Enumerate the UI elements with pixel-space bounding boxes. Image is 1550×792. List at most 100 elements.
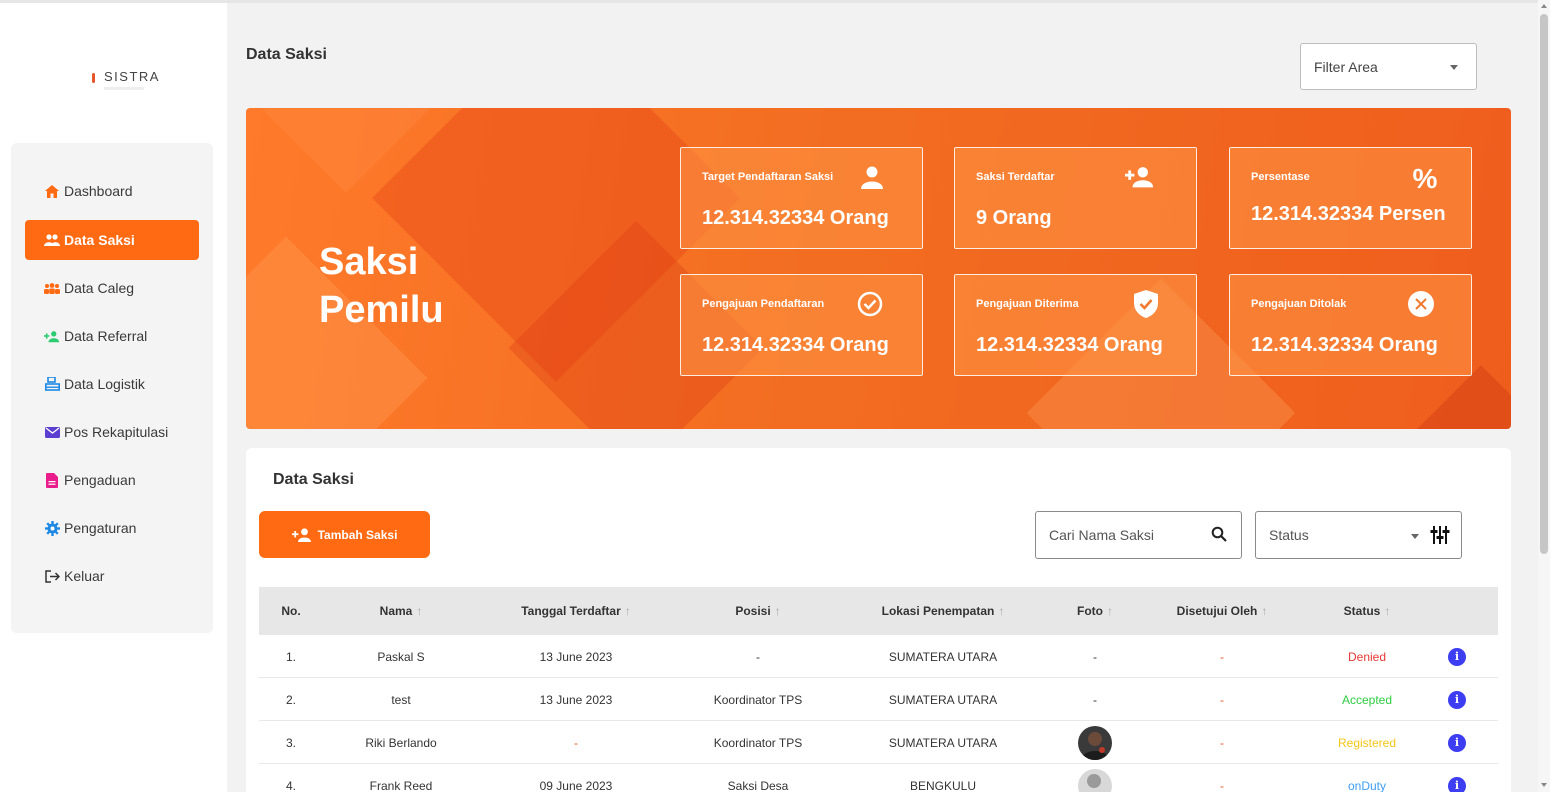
column-header-disetujui[interactable]: Disetujui Oleh ↑ — [1147, 587, 1297, 635]
sort-arrow-icon[interactable]: ↑ — [775, 604, 781, 618]
stat-card-diterima: Pengajuan Diterima 12.314.32334 Orang — [954, 274, 1197, 376]
stat-card-persentase: Persentase % 12.314.32334 Persen — [1229, 147, 1472, 249]
stat-card-value: 9 Orang — [976, 207, 1052, 229]
info-icon[interactable]: i — [1448, 647, 1466, 666]
scroll-up-icon[interactable] — [1541, 4, 1547, 8]
sort-arrow-icon[interactable]: ↑ — [1261, 604, 1267, 618]
sidebar-item-dashboard[interactable]: Dashboard — [25, 171, 199, 211]
banner-title-line: Pemilu — [319, 289, 444, 331]
table-row[interactable]: 3. Riki Berlando - Koordinator TPS SUMAT… — [259, 721, 1498, 764]
cell-lokasi: BENGKULU — [909, 778, 977, 792]
cell-disetujui: - — [1220, 649, 1224, 664]
avatar[interactable] — [1078, 768, 1112, 792]
cell-tanggal: 13 June 2023 — [539, 649, 613, 664]
sort-arrow-icon[interactable]: ↑ — [625, 604, 631, 618]
sidebar-item-label: Pengaduan — [64, 472, 136, 488]
filter-area-label: Filter Area — [1314, 58, 1378, 75]
user-plus-icon — [1125, 162, 1155, 192]
banner-title-line: Saksi — [319, 241, 419, 283]
status-badge: onDuty — [1347, 778, 1387, 792]
scroll-down-icon[interactable] — [1541, 783, 1547, 787]
logo-subtitle-bar — [104, 87, 144, 90]
sidebar-item-pos-rekapitulasi[interactable]: Pos Rekapitulasi — [25, 412, 199, 452]
sort-arrow-icon[interactable]: ↑ — [416, 604, 422, 618]
logout-icon — [44, 568, 60, 584]
sort-arrow-icon[interactable]: ↑ — [1107, 604, 1113, 618]
column-header-tanggal[interactable]: Tanggal Terdaftar ↑ — [479, 587, 673, 635]
cell-nama: test — [391, 692, 411, 707]
stat-card-pengajuan: Pengajuan Pendaftaran 12.314.32334 Orang — [680, 274, 923, 376]
search-icon[interactable] — [1211, 526, 1227, 545]
stat-card-label: Pengajuan Diterima — [976, 298, 1079, 310]
stat-card-label: Saksi Terdaftar — [976, 171, 1055, 183]
cell-action: i — [1437, 678, 1477, 721]
info-icon[interactable]: i — [1448, 690, 1466, 709]
cell-tanggal: - — [574, 735, 578, 750]
table-row[interactable]: 1. Paskal S 13 June 2023 - SUMATERA UTAR… — [259, 635, 1498, 678]
add-saksi-label: Tambah Saksi — [317, 527, 398, 542]
sidebar-item-data-referral[interactable]: Data Referral — [25, 316, 199, 356]
cell-foto: - — [1093, 649, 1097, 664]
sidebar-item-label: Dashboard — [64, 183, 133, 199]
chevron-down-icon — [1411, 534, 1419, 539]
stat-card-label: Pengajuan Pendaftaran — [702, 298, 825, 310]
cell-foto — [1043, 764, 1147, 792]
summary-banner: Saksi Pemilu Target Pendaftaran Saksi 12… — [246, 108, 1511, 429]
column-header-label: Foto — [1077, 604, 1103, 618]
column-header-status[interactable]: Status ↑ — [1297, 587, 1437, 635]
info-icon[interactable]: i — [1448, 733, 1466, 752]
status-filter-label: Status — [1269, 527, 1309, 543]
sidebar-item-label: Keluar — [64, 568, 105, 584]
cell-nama: Riki Berlando — [365, 735, 437, 750]
sidebar-item-data-saksi[interactable]: Data Saksi — [25, 220, 199, 260]
sidebar-item-data-caleg[interactable]: Data Caleg — [25, 268, 199, 308]
sidebar: SISTRA Dashboard Data Saksi Data Caleg D… — [0, 3, 227, 792]
x-circle-icon — [1406, 289, 1436, 319]
stat-card-value: 12.314.32334 Orang — [702, 334, 889, 356]
cell-lokasi: SUMATERA UTARA — [888, 735, 998, 750]
cell-nama: Frank Reed — [369, 778, 433, 792]
sidebar-item-data-logistik[interactable]: Data Logistik — [25, 364, 199, 404]
column-header-label: Posisi — [735, 604, 771, 618]
sidebar-item-pengaduan[interactable]: Pengaduan — [25, 460, 199, 500]
column-header-label: Disetujui Oleh — [1176, 604, 1258, 618]
cell-foto: - — [1093, 692, 1097, 707]
column-header-nama[interactable]: Nama ↑ — [323, 587, 479, 635]
sidebar-item-keluar[interactable]: Keluar — [25, 556, 199, 596]
sidebar-item-pengaturan[interactable]: Pengaturan — [25, 508, 199, 548]
table-row[interactable]: 2. test 13 June 2023 Koordinator TPS SUM… — [259, 678, 1498, 721]
app-logo[interactable]: SISTRA — [104, 69, 160, 84]
search-input[interactable]: Cari Nama Saksi — [1035, 511, 1242, 559]
page-scrollbar[interactable] — [1538, 0, 1550, 792]
column-header-posisi[interactable]: Posisi ↑ — [673, 587, 843, 635]
user-icon — [857, 162, 887, 192]
chevron-down-icon — [1450, 65, 1458, 70]
sliders-icon[interactable] — [1430, 526, 1450, 547]
status-filter-select[interactable]: Status — [1255, 511, 1462, 559]
cell-disetujui: - — [1220, 692, 1224, 707]
column-header-no: No. — [259, 587, 323, 635]
cell-tanggal: 13 June 2023 — [539, 692, 613, 707]
logo-mark — [92, 73, 95, 83]
column-header-foto[interactable]: Foto ↑ — [1043, 587, 1147, 635]
cell-disetujui: - — [1220, 778, 1224, 792]
cell-posisi: Koordinator TPS — [713, 735, 803, 750]
cell-posisi: - — [756, 649, 760, 664]
sidebar-item-label: Pos Rekapitulasi — [64, 424, 169, 440]
avatar[interactable] — [1078, 725, 1112, 760]
table-row[interactable]: 4. Frank Reed 09 June 2023 Saksi Desa BE… — [259, 764, 1498, 792]
filter-area-select[interactable]: Filter Area — [1300, 43, 1477, 90]
cell-action: i — [1437, 635, 1477, 678]
info-icon[interactable]: i — [1448, 776, 1466, 792]
page-title: Data Saksi — [246, 46, 327, 63]
sort-arrow-icon[interactable]: ↑ — [998, 604, 1004, 618]
sort-arrow-icon[interactable]: ↑ — [1384, 604, 1390, 618]
scrollbar-thumb[interactable] — [1540, 14, 1548, 554]
group-icon — [44, 280, 60, 296]
table-header: No. Nama ↑ Tanggal Terdaftar ↑ Posisi ↑ Lok… — [259, 587, 1498, 635]
cell-disetujui: - — [1220, 735, 1224, 750]
stat-card-target: Target Pendaftaran Saksi 12.314.32334 Or… — [680, 147, 923, 249]
column-header-lokasi[interactable]: Lokasi Penempatan ↑ — [843, 587, 1043, 635]
search-placeholder: Cari Nama Saksi — [1049, 527, 1155, 543]
add-saksi-button[interactable]: Tambah Saksi — [259, 511, 430, 558]
